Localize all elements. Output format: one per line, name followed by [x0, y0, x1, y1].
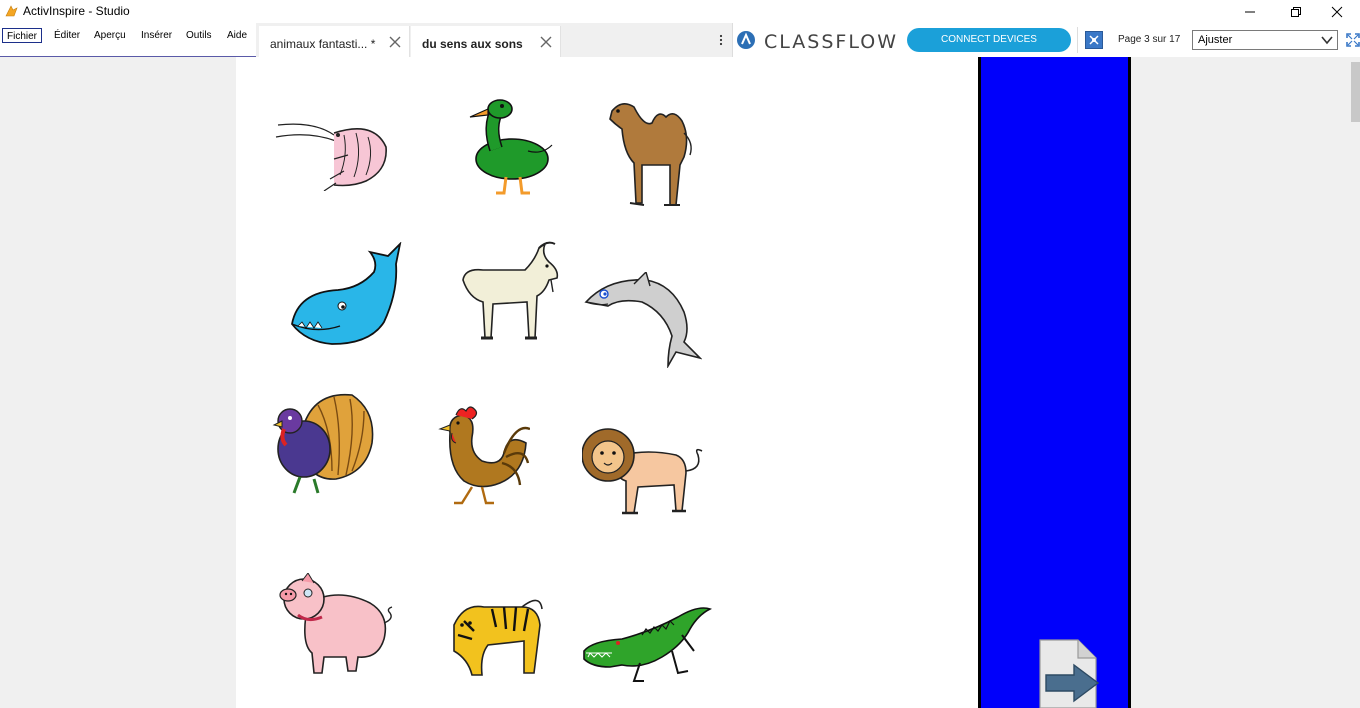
flipchart-page[interactable]	[236, 57, 1131, 708]
zoom-select[interactable]: Ajuster	[1192, 30, 1338, 50]
page-sorter-icon[interactable]	[1085, 31, 1103, 49]
restore-button[interactable]	[1273, 0, 1319, 23]
document-tab-strip: animaux fantasti... * du sens aux sons	[256, 23, 732, 57]
fullscreen-icon[interactable]	[1345, 32, 1360, 48]
duck-icon[interactable]	[469, 99, 553, 195]
lion-icon[interactable]	[582, 425, 706, 519]
restore-icon	[1291, 6, 1301, 17]
blue-container-box[interactable]	[978, 57, 1131, 708]
menu-inserer[interactable]: Insérer	[137, 28, 176, 43]
tab-label: animaux fantasti... *	[270, 37, 376, 51]
shrimp-icon[interactable]	[274, 115, 390, 191]
window-title: ActivInspire - Studio	[23, 4, 130, 18]
camel-icon[interactable]	[594, 93, 698, 209]
minimize-icon	[1245, 11, 1255, 12]
close-window-button[interactable]	[1314, 0, 1360, 23]
turkey-icon[interactable]	[272, 391, 376, 495]
classflow-brand: CLASSFLOW	[764, 31, 898, 53]
pig-icon[interactable]	[278, 573, 394, 675]
menu-outils[interactable]: Outils	[182, 28, 216, 43]
close-icon	[1331, 6, 1343, 17]
menu-bar: Fichier Éditer Aperçu Insérer Outils Aid…	[0, 23, 256, 57]
rooster-icon[interactable]	[420, 403, 530, 505]
connect-devices-button[interactable]: CONNECT DEVICES	[907, 28, 1071, 52]
activinspire-logo-icon	[5, 5, 18, 17]
minimize-button[interactable]	[1227, 0, 1273, 23]
scrollbar-thumb[interactable]	[1351, 62, 1360, 122]
next-page-icon[interactable]	[1036, 639, 1104, 708]
tab-du-sens-aux-sons[interactable]: du sens aux sons	[411, 26, 561, 57]
menu-fichier[interactable]: Fichier	[2, 28, 43, 43]
tab-label: du sens aux sons	[422, 37, 523, 51]
menu-editer[interactable]: Éditer	[50, 28, 84, 43]
classflow-logo-icon	[737, 31, 755, 49]
crocodile-icon[interactable]	[582, 601, 712, 687]
menu-apercu[interactable]: Aperçu	[90, 28, 130, 43]
goat-icon[interactable]	[453, 240, 561, 344]
chevron-down-icon	[1321, 36, 1333, 45]
workspace	[0, 57, 1360, 708]
menu-aide[interactable]: Aide	[223, 28, 251, 43]
tiger-icon[interactable]	[444, 595, 544, 683]
close-tab-icon[interactable]	[539, 35, 553, 49]
toolbar-divider	[1077, 27, 1078, 53]
vertical-scrollbar[interactable]	[1348, 57, 1360, 708]
more-options-icon[interactable]	[717, 33, 725, 47]
whale-icon[interactable]	[288, 242, 403, 348]
dolphin-icon[interactable]	[584, 272, 702, 368]
tab-animaux-fantastiques[interactable]: animaux fantasti... *	[259, 26, 410, 57]
close-tab-icon[interactable]	[388, 35, 402, 49]
classflow-bar: CLASSFLOW CONNECT DEVICES Page 3 sur 17 …	[732, 23, 1360, 57]
title-bar: ActivInspire - Studio	[0, 0, 1360, 23]
page-indicator: Page 3 sur 17	[1118, 34, 1181, 45]
zoom-value: Ajuster	[1198, 34, 1233, 46]
